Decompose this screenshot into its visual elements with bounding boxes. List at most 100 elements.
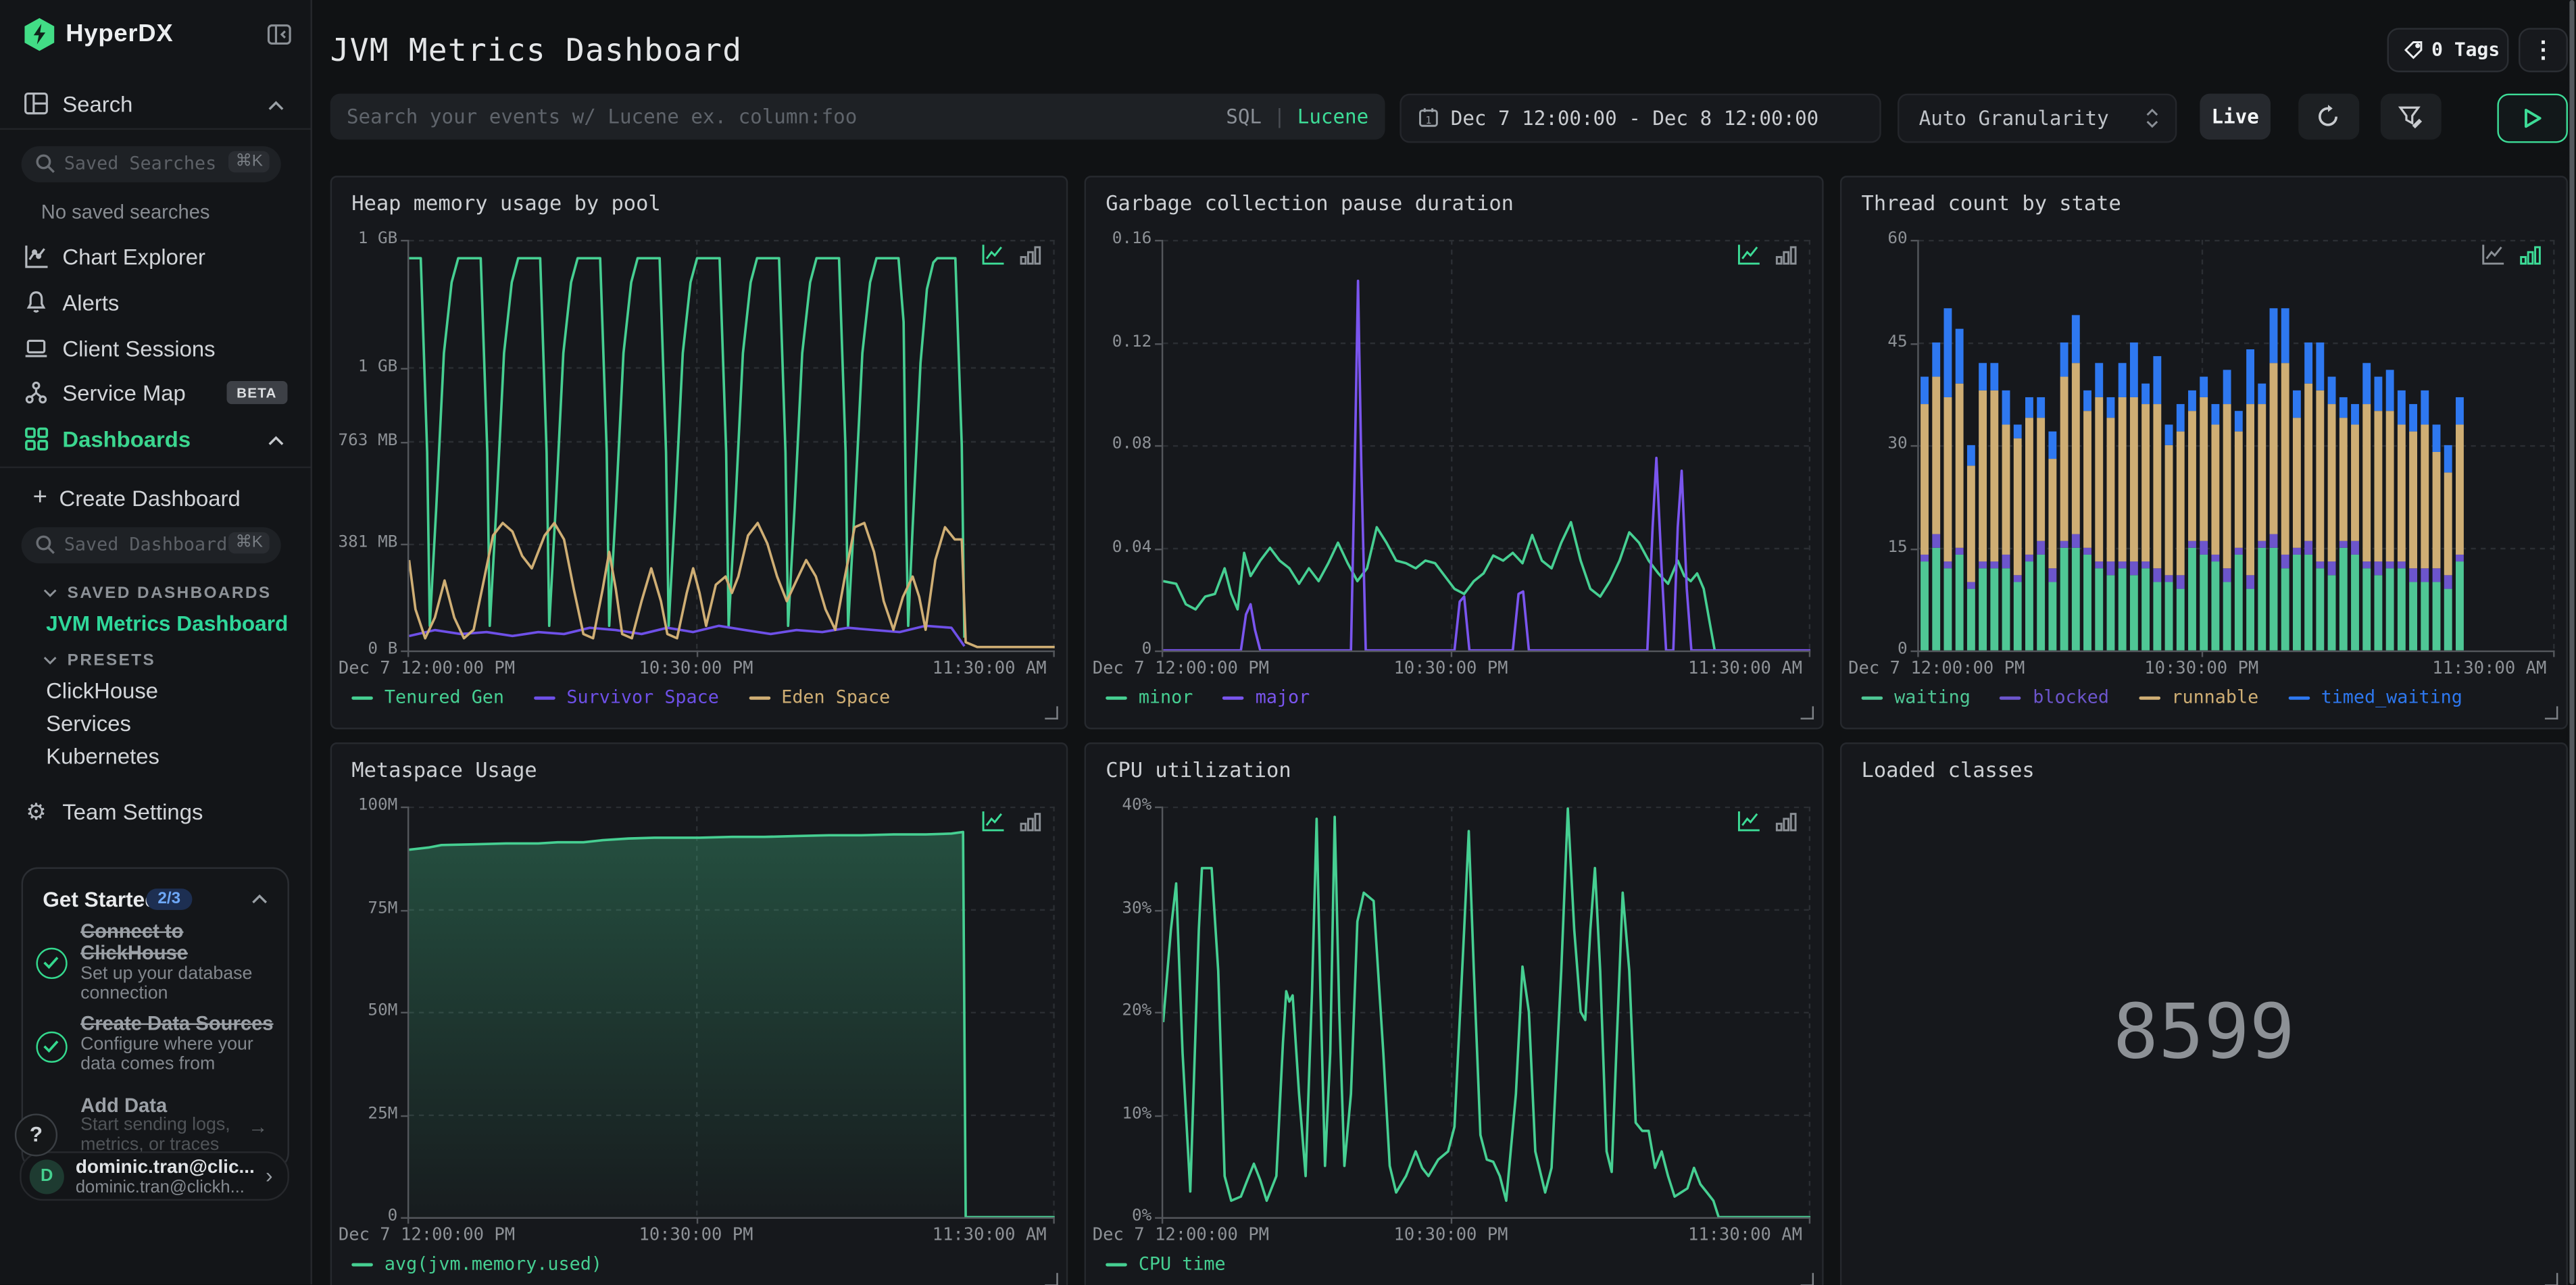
x-tick: [407, 650, 410, 657]
service-map-icon: [23, 380, 49, 406]
presets-header[interactable]: PRESETS: [68, 652, 156, 670]
x-axis-labels: Dec 7 12:00:00 PM 10:30:00 PM 11:30:00 AM: [339, 1226, 1054, 1245]
legend-item-minor[interactable]: minor: [1106, 686, 1193, 708]
resize-handle[interactable]: [1045, 706, 1058, 720]
legend-dash: [1106, 695, 1127, 699]
plus-icon: +: [32, 482, 47, 511]
panel-title[interactable]: Garbage collection pause duration: [1106, 191, 1514, 215]
sql-toggle[interactable]: SQL: [1226, 105, 1262, 128]
panel-title[interactable]: Loaded classes: [1862, 757, 2035, 782]
x-axis-label: 11:30:00 AM: [932, 1225, 1047, 1245]
lucene-toggle[interactable]: Lucene: [1297, 105, 1368, 128]
preset-services[interactable]: Services: [46, 711, 131, 736]
y-axis-label: 60: [1887, 230, 1908, 249]
x-axis-label: Dec 7 12:00:00 PM: [1092, 658, 1270, 679]
legend-item-blocked[interactable]: blocked: [2000, 686, 2109, 708]
play-icon: [2525, 107, 2542, 127]
legend-item-runnable[interactable]: runnable: [2138, 686, 2258, 708]
saved-dashboards-header[interactable]: SAVED DASHBOARDS: [68, 585, 272, 603]
refresh-button[interactable]: [2298, 93, 2360, 140]
resize-handle[interactable]: [1800, 1273, 1814, 1285]
legend-dash: [1106, 1262, 1127, 1266]
sidebar-item-dashboards[interactable]: Dashboards: [0, 420, 310, 459]
sidebar-item-client-sessions[interactable]: Client Sessions: [0, 330, 310, 370]
page-title: JVM Metrics Dashboard: [330, 32, 743, 70]
help-button[interactable]: ?: [14, 1113, 58, 1157]
y-tick: [401, 909, 407, 911]
x-tick: [695, 650, 698, 657]
hyperdx-logo-icon[interactable]: [22, 16, 57, 52]
legend-item-avg-jvm-memory-used-[interactable]: avg(jvm.memory.used): [351, 1253, 602, 1275]
user-account-button[interactable]: D dominic.tran@clic... dominic.tran@clic…: [20, 1151, 289, 1201]
granularity-select[interactable]: Auto Granularity: [1898, 93, 2177, 143]
chevron-down-icon[interactable]: [43, 655, 59, 667]
chevron-up-icon[interactable]: [268, 435, 284, 447]
sidebar-item-service-map[interactable]: Service Map BETA: [0, 374, 310, 413]
y-tick: [1155, 1011, 1162, 1014]
legend-item-major[interactable]: major: [1222, 686, 1310, 708]
x-tick: [407, 1217, 410, 1224]
tags-button[interactable]: 0 Tags: [2387, 28, 2509, 72]
resize-handle[interactable]: [1045, 1273, 1058, 1285]
y-axis-label: 0: [1141, 640, 1152, 659]
legend-item-eden-space[interactable]: Eden Space: [748, 686, 891, 708]
legend-item-survivor-space[interactable]: Survivor Space: [533, 686, 719, 708]
chevron-up-icon[interactable]: [251, 894, 268, 905]
collapse-sidebar-icon[interactable]: [266, 22, 293, 48]
sidebar-item-team-settings[interactable]: ⚙ Team Settings: [0, 793, 310, 832]
check-circle-icon: [36, 947, 68, 979]
chevron-down-icon[interactable]: [43, 588, 59, 599]
resize-handle[interactable]: [2544, 1273, 2558, 1285]
filter-button[interactable]: [2380, 93, 2442, 140]
date-range-picker[interactable]: 1 Dec 7 12:00:00 - Dec 8 12:00:00: [1400, 93, 1881, 143]
live-button[interactable]: Live: [2200, 93, 2271, 140]
legend-label: blocked: [2033, 686, 2109, 708]
saved-searches-input[interactable]: Saved Searches ⌘K: [21, 146, 281, 182]
app-title[interactable]: HyperDX: [66, 20, 173, 47]
legend-item-timed-waiting[interactable]: timed_waiting: [2287, 686, 2462, 708]
sidebar-item-chart-explorer[interactable]: Chart Explorer: [0, 238, 310, 278]
preset-clickhouse[interactable]: ClickHouse: [46, 678, 158, 703]
sidebar-item-jvm-dashboard[interactable]: JVM Metrics Dashboard: [46, 611, 288, 635]
chart-legend: CPU time: [1106, 1253, 1226, 1275]
panel-title[interactable]: Thread count by state: [1862, 191, 2121, 215]
create-dashboard-button[interactable]: + Create Dashboard: [0, 481, 310, 514]
legend-item-waiting[interactable]: waiting: [1861, 686, 1971, 708]
panel-menu-button[interactable]: ⋮: [2519, 28, 2568, 72]
sidebar-item-alerts[interactable]: Alerts: [0, 284, 310, 324]
search-icon: [34, 153, 56, 174]
x-axis-labels: Dec 7 12:00:00 PM 10:30:00 PM 11:30:00 AM: [339, 659, 1054, 678]
y-axis-label: 0%: [1131, 1207, 1152, 1226]
laptop-icon: [23, 335, 49, 361]
legend-item-tenured-gen[interactable]: Tenured Gen: [351, 686, 504, 708]
main-content: JVM Metrics Dashboard 0 Tags ⋮ Search yo…: [310, 0, 2576, 1285]
x-tick: [1808, 650, 1811, 657]
legend-label: waiting: [1894, 686, 1971, 708]
legend-item-cpu-time[interactable]: CPU time: [1106, 1253, 1226, 1275]
run-query-button[interactable]: [2497, 93, 2568, 143]
scrollbar[interactable]: [2569, 0, 2575, 1285]
saved-dashboards-input[interactable]: Saved Dashboards ⌘K: [21, 527, 281, 563]
sidebar-item-search[interactable]: Search: [0, 85, 310, 124]
x-tick: [2201, 650, 2204, 657]
preset-kubernetes[interactable]: Kubernetes: [46, 744, 159, 768]
chevron-up-icon[interactable]: [268, 100, 284, 111]
legend-dash: [2000, 695, 2022, 699]
panel-title[interactable]: Heap memory usage by pool: [351, 191, 660, 215]
resize-handle[interactable]: [2544, 706, 2558, 720]
divider: [0, 466, 311, 468]
y-tick: [1910, 445, 1918, 447]
chart-panel-loaded-classes: Loaded classes 8599: [1839, 742, 2568, 1285]
y-tick: [1910, 547, 1918, 550]
panel-title[interactable]: Metaspace Usage: [351, 757, 537, 782]
x-axis-label: Dec 7 12:00:00 PM: [1848, 658, 2025, 679]
y-tick: [1155, 909, 1162, 911]
y-tick: [401, 239, 407, 242]
legend-label: Eden Space: [781, 686, 891, 708]
resize-handle[interactable]: [1800, 706, 1814, 720]
event-search-input[interactable]: Search your events w/ Lucene ex. column:…: [330, 93, 1385, 140]
y-axis-label: 0 B: [368, 640, 398, 659]
panel-title[interactable]: CPU utilization: [1106, 757, 1291, 782]
legend-dash: [1861, 695, 1883, 699]
legend-label: avg(jvm.memory.used): [384, 1253, 602, 1275]
